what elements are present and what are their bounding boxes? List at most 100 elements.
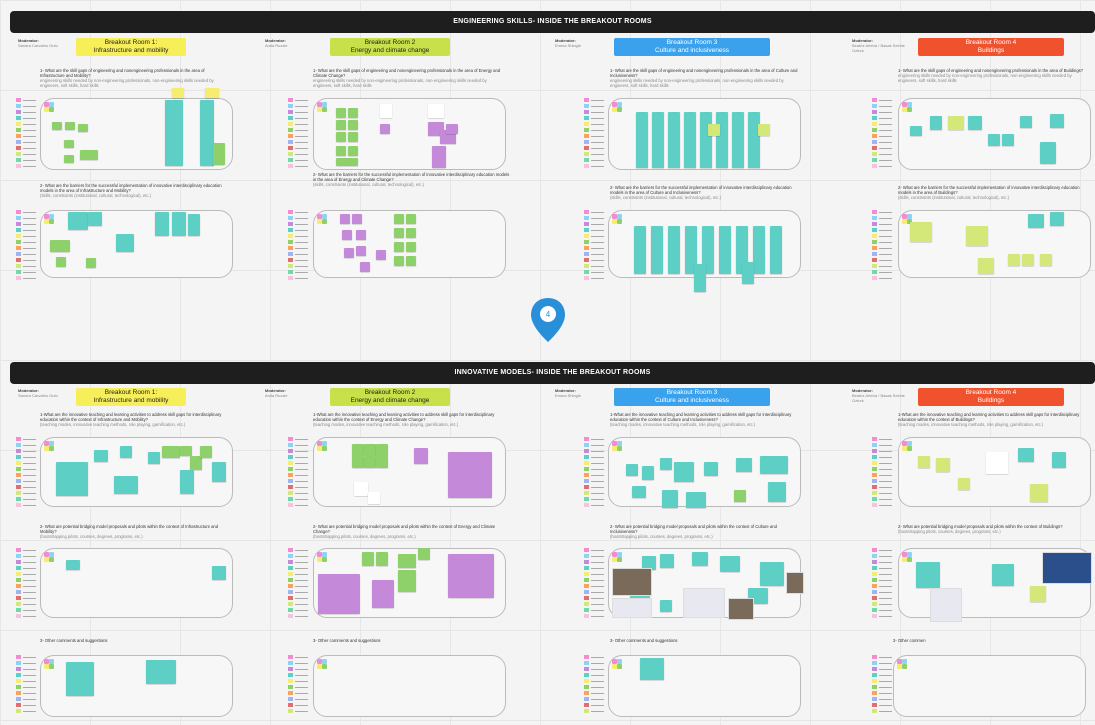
sticky-note[interactable] xyxy=(428,104,444,118)
photo-image[interactable] xyxy=(930,588,962,622)
sticky-note[interactable] xyxy=(640,658,664,680)
sticky-note[interactable] xyxy=(686,492,706,508)
sticky-note[interactable] xyxy=(200,446,212,458)
sticky-note[interactable] xyxy=(988,134,1000,146)
sticky-note[interactable] xyxy=(966,226,988,246)
photo-image[interactable] xyxy=(786,572,804,594)
sticky-note[interactable] xyxy=(64,140,74,148)
sticky-note[interactable] xyxy=(936,458,950,472)
sticky-note[interactable] xyxy=(188,214,200,236)
sticky-note[interactable] xyxy=(910,222,932,242)
sticky-note[interactable] xyxy=(406,242,416,252)
sticky-note[interactable] xyxy=(205,88,219,98)
sticky-note[interactable] xyxy=(448,554,494,598)
sticky-note[interactable] xyxy=(50,240,70,252)
sticky-note[interactable] xyxy=(52,122,62,130)
sticky-note[interactable] xyxy=(760,562,784,586)
sticky-note[interactable] xyxy=(116,234,134,252)
sticky-note[interactable] xyxy=(758,124,770,136)
sticky-note[interactable] xyxy=(213,143,225,165)
sticky-note[interactable] xyxy=(968,116,982,130)
room-title-3[interactable]: Breakout Room 3 Culture and inclusivenes… xyxy=(614,388,770,406)
room-title-4[interactable]: Breakout Room 4 Buildings xyxy=(918,388,1064,406)
sticky-note[interactable] xyxy=(352,214,362,224)
answer-board[interactable] xyxy=(313,655,506,717)
sticky-note[interactable] xyxy=(719,226,731,274)
sticky-note[interactable] xyxy=(1002,134,1014,146)
sticky-note[interactable] xyxy=(1050,114,1064,128)
sticky-note[interactable] xyxy=(354,482,368,496)
sticky-note[interactable] xyxy=(662,490,678,508)
sticky-note[interactable] xyxy=(336,132,346,142)
sticky-note[interactable] xyxy=(380,124,390,134)
sticky-note[interactable] xyxy=(700,112,712,168)
sticky-note[interactable] xyxy=(342,230,352,240)
sticky-note[interactable] xyxy=(1030,484,1048,502)
sticky-note[interactable] xyxy=(66,560,80,570)
sticky-note[interactable] xyxy=(68,212,88,230)
sticky-note[interactable] xyxy=(200,100,214,166)
sticky-note[interactable] xyxy=(732,112,744,168)
sticky-note[interactable] xyxy=(336,146,346,156)
sticky-note[interactable] xyxy=(692,552,708,566)
sticky-note[interactable] xyxy=(88,212,102,226)
sticky-note[interactable] xyxy=(406,256,416,266)
sticky-note[interactable] xyxy=(1022,254,1034,266)
sticky-note[interactable] xyxy=(190,456,202,470)
photo-image[interactable] xyxy=(683,588,725,618)
sticky-note[interactable] xyxy=(212,566,226,580)
sticky-note[interactable] xyxy=(364,444,376,456)
sticky-note[interactable] xyxy=(636,112,648,168)
sticky-note[interactable] xyxy=(958,478,970,490)
sticky-note[interactable] xyxy=(918,456,930,468)
photo-image[interactable] xyxy=(728,598,754,620)
sticky-note[interactable] xyxy=(660,554,674,568)
sticky-note[interactable] xyxy=(406,214,416,224)
sticky-note[interactable] xyxy=(376,552,388,566)
sticky-note[interactable] xyxy=(336,120,346,130)
sticky-note[interactable] xyxy=(172,212,186,236)
sticky-note[interactable] xyxy=(414,448,428,464)
answer-board[interactable] xyxy=(893,655,1086,717)
sticky-note[interactable] xyxy=(992,564,1014,586)
sticky-note[interactable] xyxy=(348,108,358,118)
sticky-note[interactable] xyxy=(336,108,346,118)
sticky-note[interactable] xyxy=(368,492,380,504)
sticky-note[interactable] xyxy=(348,132,358,142)
sticky-note[interactable] xyxy=(916,562,940,588)
room-title-1[interactable]: Breakout Room 1: Infrastructure and mobi… xyxy=(76,388,186,406)
sticky-note[interactable] xyxy=(986,452,1008,474)
sticky-note[interactable] xyxy=(146,660,176,684)
sticky-note[interactable] xyxy=(742,262,754,284)
sticky-note[interactable] xyxy=(114,476,138,494)
sticky-note[interactable] xyxy=(978,258,994,274)
sticky-note[interactable] xyxy=(80,150,98,160)
sticky-note[interactable] xyxy=(64,155,74,163)
sticky-note[interactable] xyxy=(180,446,192,456)
sticky-note[interactable] xyxy=(708,124,720,136)
sticky-note[interactable] xyxy=(78,124,88,132)
sticky-note[interactable] xyxy=(380,104,392,118)
sticky-note[interactable] xyxy=(910,126,922,136)
sticky-note[interactable] xyxy=(760,456,788,474)
sticky-note[interactable] xyxy=(694,264,706,292)
sticky-note[interactable] xyxy=(165,100,183,166)
sticky-note[interactable] xyxy=(660,458,672,470)
sticky-note[interactable] xyxy=(432,146,446,168)
sticky-note[interactable] xyxy=(398,570,416,592)
sticky-note[interactable] xyxy=(212,462,226,482)
sticky-note[interactable] xyxy=(652,112,664,168)
sticky-note[interactable] xyxy=(86,258,96,268)
sticky-note[interactable] xyxy=(340,214,350,224)
sticky-note[interactable] xyxy=(65,122,75,130)
photo-image[interactable] xyxy=(1042,552,1092,584)
sticky-note[interactable] xyxy=(1050,212,1064,226)
sticky-note[interactable] xyxy=(66,662,94,696)
sticky-note[interactable] xyxy=(1030,586,1046,602)
sticky-note[interactable] xyxy=(626,464,638,476)
sticky-note[interactable] xyxy=(1018,448,1034,462)
sticky-note[interactable] xyxy=(120,446,132,458)
sticky-note[interactable] xyxy=(716,112,728,168)
map-pin-icon[interactable]: 4 xyxy=(530,297,566,343)
sticky-note[interactable] xyxy=(668,112,680,168)
